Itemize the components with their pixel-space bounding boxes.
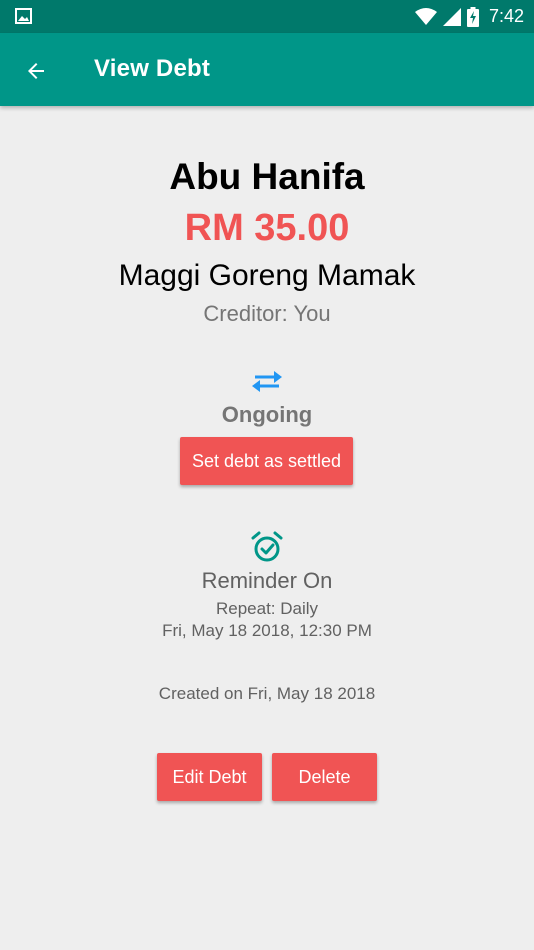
debt-description: Maggi Goreng Mamak [118, 259, 416, 292]
page-title: View Debt [94, 55, 211, 82]
created-date: Created on Fri, May 18 2018 [158, 684, 376, 703]
reminder-status: Reminder On [201, 568, 333, 593]
arrow-back-icon [28, 63, 44, 79]
wifi-icon [414, 7, 437, 25]
debt-amount: RM 35.00 [184, 207, 350, 249]
signal-icon [442, 7, 461, 26]
edit-debt-button[interactable]: Edit Debt [157, 753, 262, 801]
debtor-name: Abu Hanifa [169, 156, 365, 197]
creditor-label: Creditor: You [203, 301, 331, 326]
debt-status: Ongoing [221, 402, 313, 427]
status-bar: 7:42 [0, 0, 534, 33]
app-bar: View Debt [0, 33, 534, 106]
reminder-repeat: Repeat: Daily [215, 599, 319, 618]
reminder-datetime: Fri, May 18 2018, 12:30 PM [162, 621, 372, 640]
settle-debt-button[interactable]: Set debt as settled [180, 437, 353, 485]
gallery-icon [15, 8, 32, 24]
debt-details: Abu Hanifa RM 35.00 Maggi Goreng Mamak C… [0, 106, 534, 950]
status-time: 7:42 [488, 6, 524, 26]
back-button[interactable] [16, 51, 56, 91]
alarm-check-icon [251, 531, 283, 562]
status-icons: 7:42 [414, 5, 524, 28]
delete-button[interactable]: Delete [272, 753, 377, 801]
swap-arrows-icon [252, 371, 282, 392]
battery-charging-icon [466, 6, 479, 27]
